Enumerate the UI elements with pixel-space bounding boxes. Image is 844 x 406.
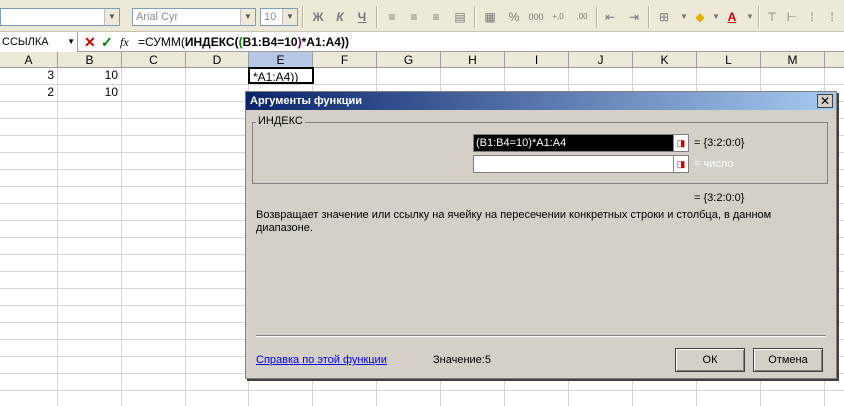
column-header-f[interactable]: F [313, 52, 377, 68]
column-header-c[interactable]: C [122, 52, 186, 68]
argument-2-result: = число [694, 158, 734, 170]
toolbar-separator [376, 6, 378, 28]
formula-condition: B1:B4=10 [242, 35, 298, 49]
dialog-title[interactable]: Аргументы функции [246, 92, 836, 110]
chevron-down-icon[interactable]: ▼ [104, 9, 119, 25]
arguments-group [252, 122, 828, 184]
align-center-icon[interactable]: ≡ [404, 7, 424, 27]
chevron-down-icon[interactable]: ▼ [740, 7, 760, 27]
cell-b2[interactable]: 10 [58, 84, 121, 101]
cell-b1[interactable]: 10 [58, 67, 121, 84]
column-header-a[interactable]: A [0, 52, 58, 68]
toolbar-tool-icon[interactable]: ⊤ [762, 7, 782, 27]
toolbar-tool-icon[interactable]: ⊢ [782, 7, 802, 27]
font-color-icon[interactable]: A [722, 7, 742, 27]
formula-function: ИНДЕКС [184, 35, 235, 49]
column-header-h[interactable]: H [441, 52, 505, 68]
merge-center-icon[interactable]: ▤ [450, 7, 470, 27]
function-arguments-dialog: Аргументы функции ✕ ИНДЕКС (B1:B4=10)*A1… [245, 91, 837, 379]
value-number: 5 [484, 354, 491, 366]
column-header-g[interactable]: G [377, 52, 441, 68]
value-readout: Значение:5 [433, 354, 491, 366]
column-header-i[interactable]: I [505, 52, 569, 68]
font-name-value: Arial Cyr [136, 11, 179, 23]
formula-bar: ССЫЛКА ▼ ✕ ✓ fx =СУММ(ИНДЕКС((B1:B4=10)*… [0, 32, 844, 52]
decrease-decimal-button[interactable]: ,00 [572, 7, 592, 27]
decrease-indent-icon[interactable]: ⇤ [600, 7, 620, 27]
active-cell-e1[interactable]: *A1:A4)) [248, 67, 314, 84]
cancel-button[interactable]: Отмена [753, 348, 823, 372]
font-name-combo[interactable]: Arial Cyr ▼ [132, 8, 256, 26]
chevron-down-icon[interactable]: ▼ [240, 9, 255, 25]
column-header-m[interactable]: M [761, 52, 825, 68]
argument-1-value: (B1:B4=10)*A1:A4 [476, 137, 567, 149]
italic-button[interactable]: К [330, 7, 350, 27]
increase-decimal-button[interactable]: +,0 [548, 7, 568, 27]
toolbar-separator [648, 6, 650, 28]
column-header-e[interactable]: E [249, 52, 313, 68]
argument-2-input[interactable]: ◨ [473, 155, 689, 173]
formula-prefix: =СУММ( [138, 35, 185, 49]
currency-icon[interactable]: ▦ [480, 7, 500, 27]
formatting-toolbar: ▼ Arial Cyr ▼ 10 ▼ Ж К Ч ≡ ≡ ≡ ▤ ▦ % 000… [0, 0, 844, 32]
thousands-button[interactable]: 000 [526, 7, 546, 27]
font-size-combo[interactable]: 10 ▼ [260, 8, 298, 26]
argument-1-input[interactable]: (B1:B4=10)*A1:A4 ◨ [473, 134, 689, 152]
column-header-b[interactable]: B [58, 52, 122, 68]
toolbar-separator [474, 6, 476, 28]
bold-button[interactable]: Ж [308, 7, 328, 27]
chevron-down-icon[interactable]: ▼ [282, 9, 297, 25]
underline-button[interactable]: Ч [352, 7, 372, 27]
argument-1-result: = {3:2:0:0} [694, 137, 745, 149]
borders-icon[interactable]: ⊞ [654, 7, 674, 27]
collapse-dialog-icon[interactable]: ◨ [673, 135, 688, 151]
increase-indent-icon[interactable]: ⇥ [624, 7, 644, 27]
formula-result: = {3:2:0:0} [694, 192, 745, 204]
font-size-value: 10 [264, 11, 277, 23]
chevron-down-icon[interactable]: ▼ [67, 32, 75, 52]
group-label: ИНДЕКС [256, 115, 305, 127]
cell-a1[interactable]: 3 [0, 67, 57, 84]
formula-end: )) [340, 35, 349, 49]
insert-function-button[interactable]: fx [120, 32, 129, 52]
formula-multiply: *A1:A4 [301, 35, 341, 49]
style-combo[interactable]: ▼ [0, 8, 120, 26]
cell-a2[interactable]: 2 [0, 84, 57, 101]
toolbar-tool-icon[interactable]: ⁞ [822, 7, 842, 27]
value-label: Значение: [433, 354, 485, 366]
percent-button[interactable]: % [504, 7, 524, 27]
column-header-l[interactable]: L [697, 52, 761, 68]
toolbar-separator [302, 6, 304, 28]
grid-line [0, 84, 844, 85]
column-header-j[interactable]: J [569, 52, 633, 68]
enter-entry-icon[interactable]: ✓ [101, 32, 113, 52]
close-icon[interactable]: ✕ [817, 94, 833, 108]
cancel-entry-icon[interactable]: ✕ [84, 32, 96, 52]
ok-button[interactable]: ОК [675, 348, 745, 372]
column-header-k[interactable]: K [633, 52, 697, 68]
collapse-dialog-icon[interactable]: ◨ [673, 156, 688, 172]
toolbar-tool-icon[interactable]: ⁞ [802, 7, 822, 27]
help-link[interactable]: Справка по этой функции [256, 354, 387, 366]
toolbar-separator [596, 6, 598, 28]
formula-input[interactable]: =СУММ(ИНДЕКС((B1:B4=10)*A1:A4)) [138, 32, 349, 52]
toolbar-separator [758, 6, 760, 28]
name-box-value: ССЫЛКА [2, 36, 49, 48]
name-box[interactable]: ССЫЛКА ▼ [0, 32, 78, 52]
dialog-divider [256, 335, 826, 337]
align-left-icon[interactable]: ≡ [382, 7, 402, 27]
align-right-icon[interactable]: ≡ [426, 7, 446, 27]
grid-line [0, 390, 844, 391]
column-header-d[interactable]: D [186, 52, 249, 68]
function-description: Возвращает значение или ссылку на ячейку… [256, 209, 772, 234]
column-headers: A B C D E F G H I J K L M [0, 52, 844, 68]
